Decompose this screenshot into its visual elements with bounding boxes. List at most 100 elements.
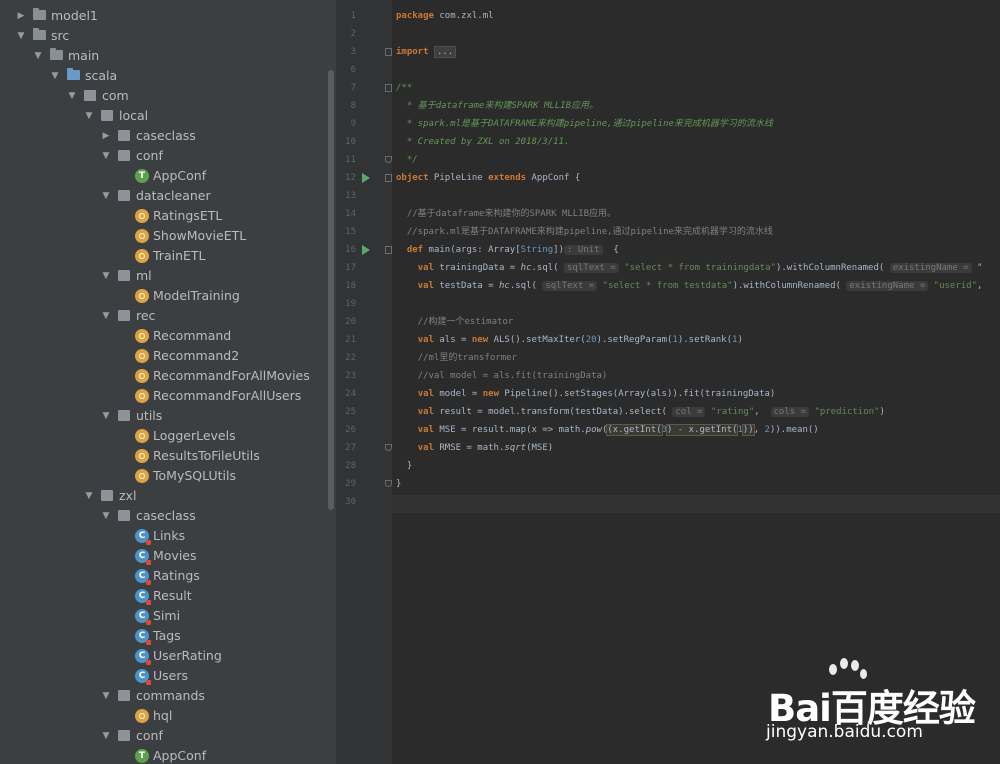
expand-arrow-icon[interactable]: ▼: [16, 26, 26, 46]
project-tree-scrollbar[interactable]: [328, 70, 334, 510]
tree-item[interactable]: ▼ com: [0, 86, 326, 106]
tree-item[interactable]: C Tags: [0, 626, 326, 646]
tree-item[interactable]: T AppConf: [0, 746, 326, 764]
fold-marker-icon[interactable]: [385, 48, 392, 56]
tree-item[interactable]: ▶ model1: [0, 6, 326, 26]
code-editor[interactable]: 1 2 3 6 7 8 9 10 11 12 13 14 15 16 17 18 19 20 21 22 23 24 25 2…: [336, 0, 1000, 764]
code-line[interactable]: //val model = als.fit(trainingData): [396, 367, 608, 385]
expand-arrow-icon[interactable]: ▼: [101, 146, 111, 166]
code-line[interactable]: }: [396, 457, 412, 475]
expand-arrow-icon[interactable]: ▼: [84, 106, 94, 126]
tree-item[interactable]: ▼ zxl: [0, 486, 326, 506]
tree-item[interactable]: C Result: [0, 586, 326, 606]
tree-item[interactable]: ▼ ml: [0, 266, 326, 286]
expand-arrow-icon[interactable]: ▼: [101, 686, 111, 706]
code-line[interactable]: val MSE = result.map(x => math.pow((x.ge…: [396, 421, 819, 439]
code-line[interactable]: * 基于dataframe来构建SPARK MLLIB应用。: [396, 97, 598, 115]
tree-item[interactable]: C Simi: [0, 606, 326, 626]
tree-item[interactable]: ▼ rec: [0, 306, 326, 326]
parameter-hint: sqlText =: [564, 263, 619, 273]
expand-arrow-icon[interactable]: ▼: [101, 306, 111, 326]
tree-item[interactable]: ▼ utils: [0, 406, 326, 426]
code-line[interactable]: val model = new Pipeline().setStages(Arr…: [396, 385, 776, 403]
run-gutter-icon[interactable]: [362, 173, 370, 183]
run-gutter-icon[interactable]: [362, 245, 370, 255]
tree-item[interactable]: ▼ commands: [0, 686, 326, 706]
tree-item[interactable]: ▼ main: [0, 46, 326, 66]
fold-marker-icon[interactable]: [385, 156, 392, 163]
tree-item[interactable]: ▼ conf: [0, 146, 326, 166]
expand-arrow-icon[interactable]: ▼: [33, 46, 43, 66]
code-line[interactable]: * spark.ml是基于DATAFRAME来构建pipeline,通过pipe…: [396, 115, 773, 133]
code-line[interactable]: def main(args: Array[String]): Unit {: [396, 241, 619, 259]
fold-marker-icon[interactable]: [385, 444, 392, 451]
tree-item[interactable]: C UserRating: [0, 646, 326, 666]
tree-item[interactable]: C Users: [0, 666, 326, 686]
tree-item[interactable]: ▼ datacleaner: [0, 186, 326, 206]
code-line[interactable]: import ...: [396, 43, 457, 61]
fold-marker-icon[interactable]: [385, 84, 392, 92]
fold-marker-icon[interactable]: [385, 246, 392, 254]
tree-item[interactable]: TrainETL: [0, 246, 326, 266]
code-line[interactable]: /**: [396, 79, 412, 97]
package-icon: [101, 490, 113, 501]
tree-item[interactable]: ▼ local: [0, 106, 326, 126]
tree-item[interactable]: hql: [0, 706, 326, 726]
tree-item[interactable]: Recommand2: [0, 346, 326, 366]
code-token: ,: [753, 425, 765, 435]
code-line[interactable]: */: [396, 151, 418, 169]
code-line[interactable]: val als = new ALS().setMaxIter(20).setRe…: [396, 331, 743, 349]
expand-arrow-icon[interactable]: ▼: [101, 186, 111, 206]
line-number: 14: [345, 209, 356, 219]
expand-arrow-icon[interactable]: ▼: [101, 266, 111, 286]
expand-arrow-icon[interactable]: ▼: [101, 506, 111, 526]
tree-item[interactable]: ShowMovieETL: [0, 226, 326, 246]
tree-item[interactable]: ▼ caseclass: [0, 506, 326, 526]
code-line[interactable]: val result = model.transform(testData).s…: [396, 403, 885, 421]
expand-arrow-icon[interactable]: ▼: [101, 726, 111, 746]
code-line[interactable]: package com.zxl.ml: [396, 7, 494, 25]
fold-marker-icon[interactable]: [385, 174, 392, 182]
code-line[interactable]: * Created by ZXL on 2018/3/11.: [396, 133, 570, 151]
code-token: AppConf {: [526, 173, 581, 183]
code-line[interactable]: //ml里的transformer: [396, 349, 517, 367]
tree-item[interactable]: ▶ caseclass: [0, 126, 326, 146]
line-number: 6: [350, 65, 356, 75]
code-line[interactable]: val trainingData = hc.sql( sqlText = "se…: [396, 259, 982, 277]
tree-item[interactable]: RatingsETL: [0, 206, 326, 226]
collapse-arrow-icon[interactable]: ▶: [101, 126, 111, 146]
tree-item[interactable]: C Links: [0, 526, 326, 546]
code-token: model =: [433, 389, 483, 399]
tree-item[interactable]: RecommandForAllUsers: [0, 386, 326, 406]
tree-item[interactable]: RecommandForAllMovies: [0, 366, 326, 386]
tree-item[interactable]: T AppConf: [0, 166, 326, 186]
tree-item[interactable]: ▼ conf: [0, 726, 326, 746]
code-token: ).withColumnRenamed(: [775, 263, 890, 273]
code-token: )): [741, 424, 755, 436]
code-line[interactable]: //spark.ml是基于DATAFRAME来构建pipeline,通过pipe…: [396, 223, 773, 241]
code-line[interactable]: val RMSE = math.sqrt(MSE): [396, 439, 554, 457]
fold-marker-icon[interactable]: [385, 480, 392, 487]
tree-item[interactable]: LoggerLevels: [0, 426, 326, 446]
expand-arrow-icon[interactable]: ▼: [67, 86, 77, 106]
project-tree[interactable]: ▶ model1 ▼ src ▼ main ▼ scala ▼ com ▼ local ▶ casecla…: [0, 0, 336, 764]
code-line[interactable]: //基于dataframe来构建你的SPARK MLLIB应用。: [396, 205, 616, 223]
code-line[interactable]: val testData = hc.sql( sqlText = "select…: [396, 277, 982, 295]
code-area[interactable]: package com.zxl.ml import ... /** * 基于data…: [396, 0, 1000, 764]
tree-item[interactable]: ModelTraining: [0, 286, 326, 306]
code-token: /**: [396, 83, 413, 93]
tree-item[interactable]: ToMySQLUtils: [0, 466, 326, 486]
expand-arrow-icon[interactable]: ▼: [101, 406, 111, 426]
expand-arrow-icon[interactable]: ▼: [50, 66, 60, 86]
code-line[interactable]: //构建一个estimator: [396, 313, 514, 331]
tree-item[interactable]: C Ratings: [0, 566, 326, 586]
tree-item[interactable]: C Movies: [0, 546, 326, 566]
tree-item[interactable]: ▼ src: [0, 26, 326, 46]
code-line[interactable]: object PipleLine extends AppConf {: [396, 169, 580, 187]
tree-item[interactable]: ResultsToFileUtils: [0, 446, 326, 466]
code-line[interactable]: }: [396, 475, 401, 493]
collapse-arrow-icon[interactable]: ▶: [16, 6, 26, 26]
expand-arrow-icon[interactable]: ▼: [84, 486, 94, 506]
tree-item[interactable]: Recommand: [0, 326, 326, 346]
tree-item[interactable]: ▼ scala: [0, 66, 326, 86]
